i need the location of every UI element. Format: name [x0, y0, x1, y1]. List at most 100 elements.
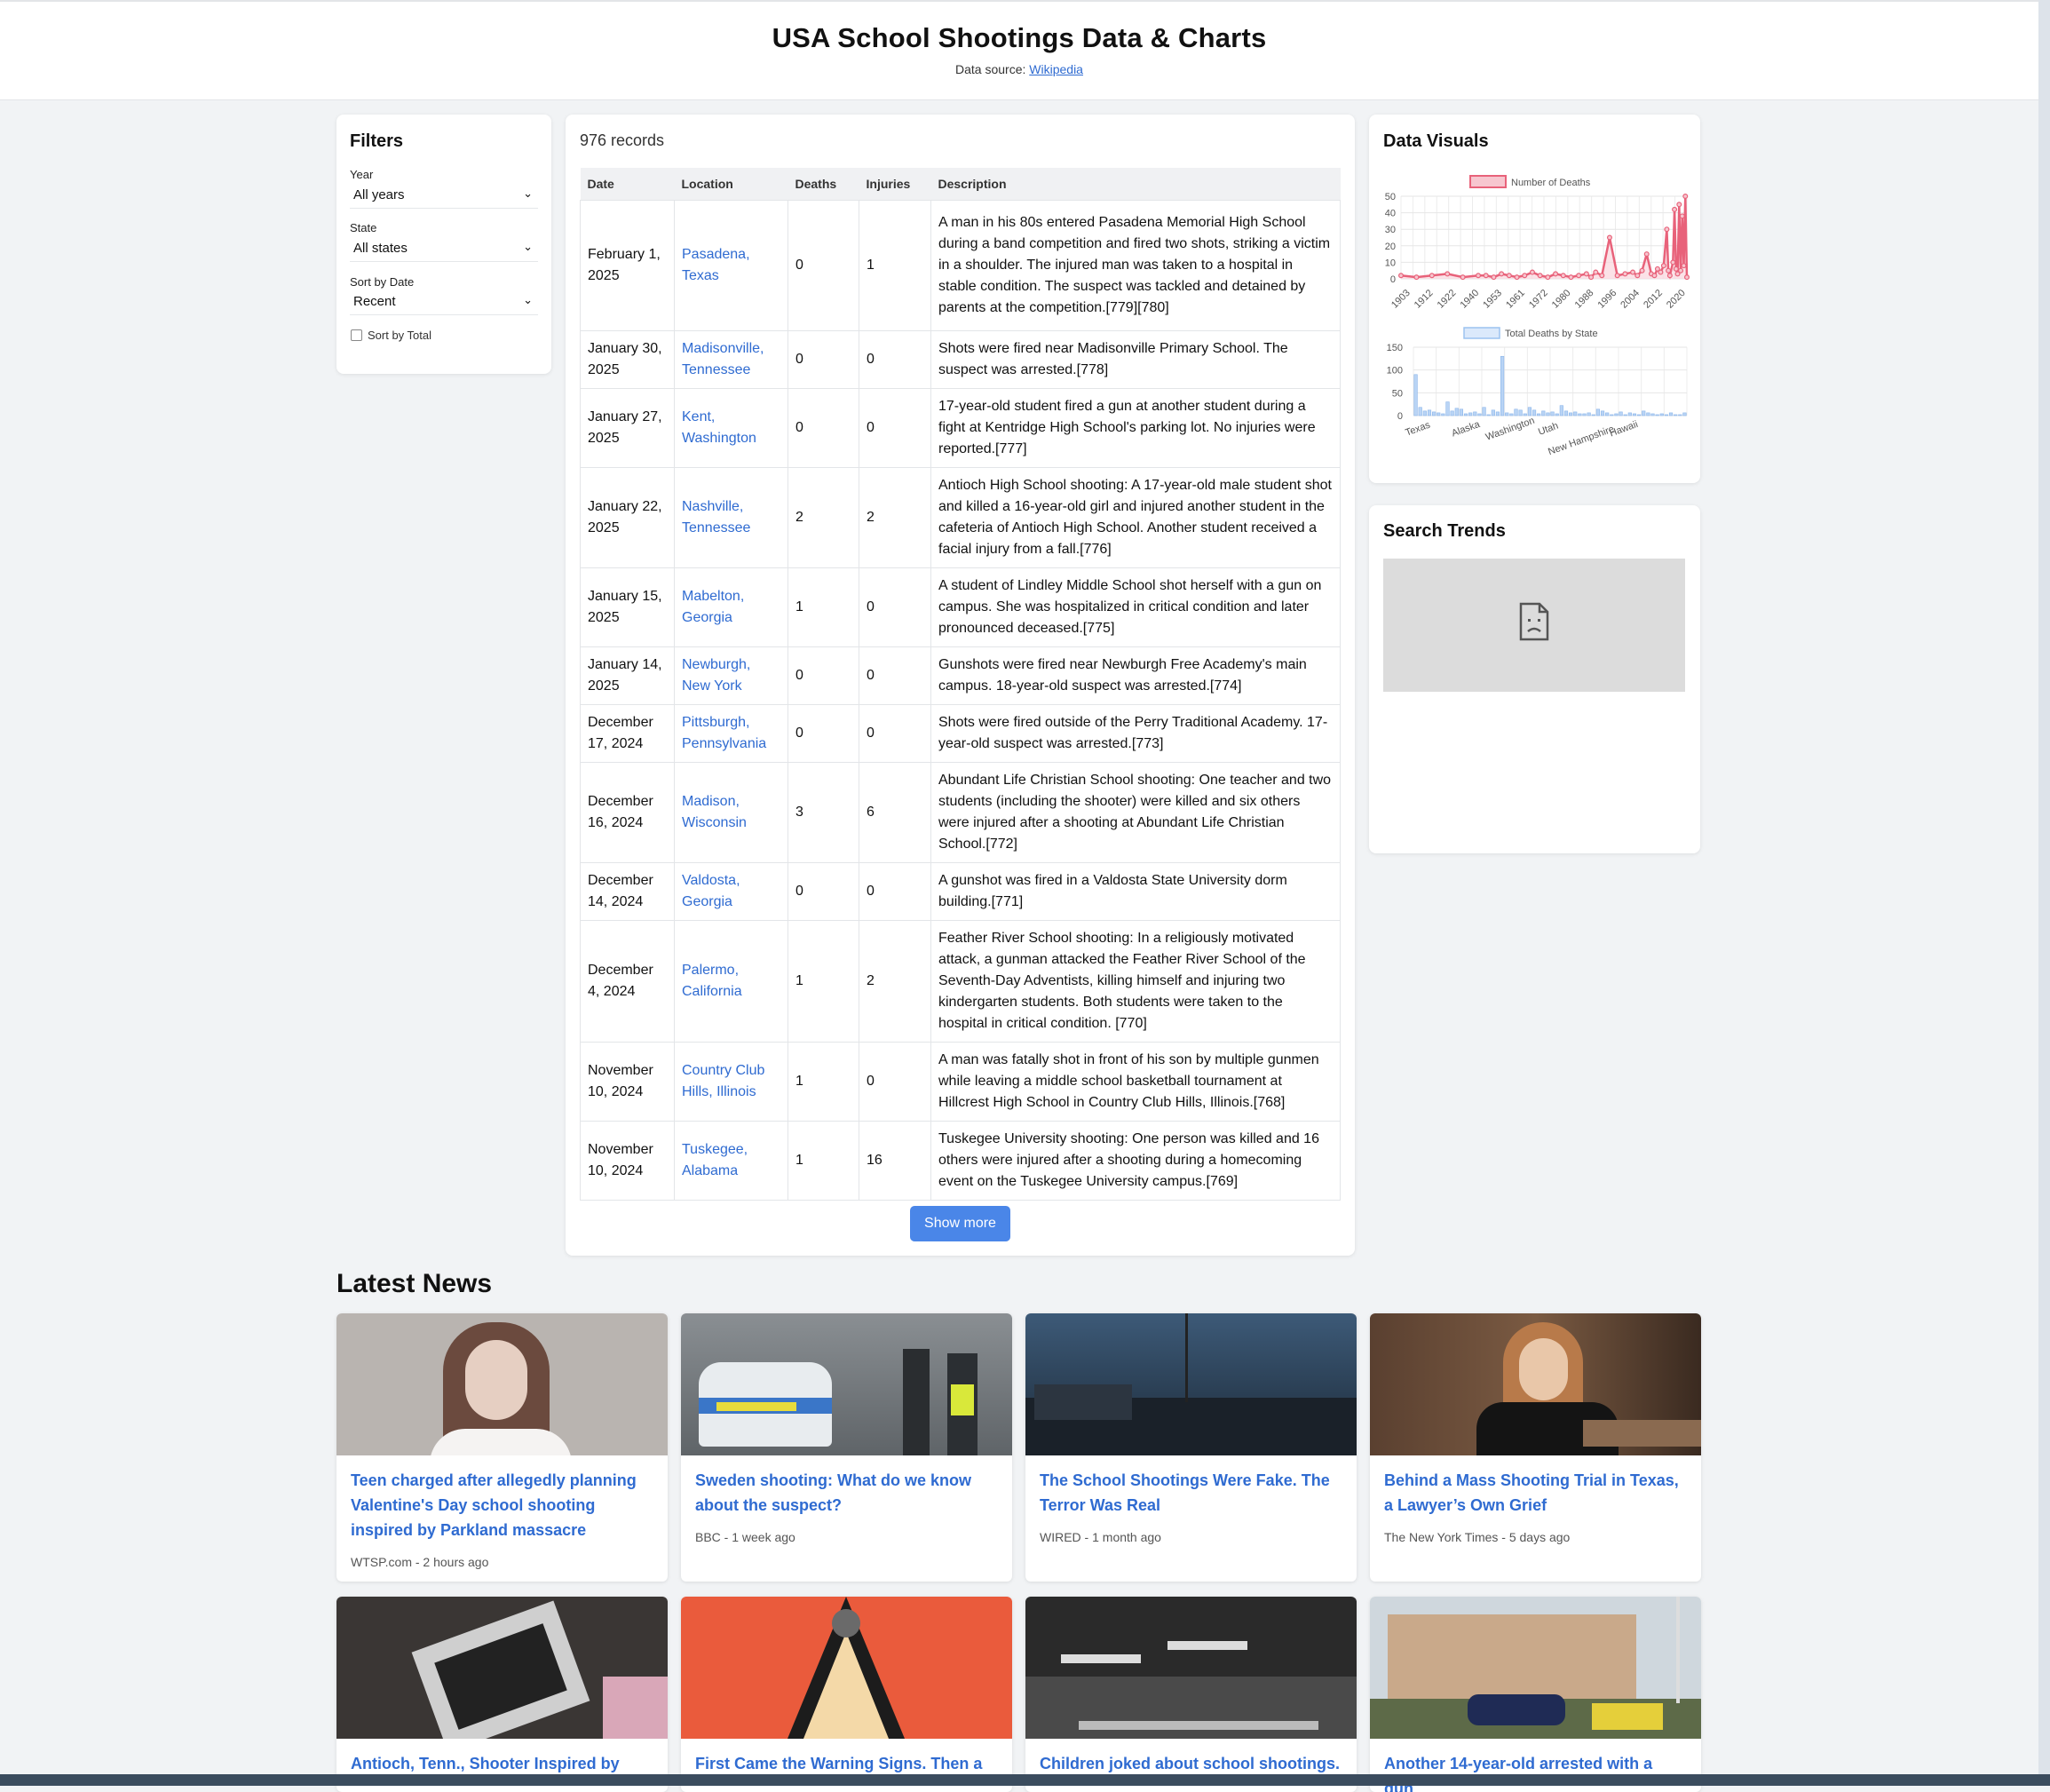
news-card-6[interactable]: First Came the Warning Signs. Then a — [681, 1597, 1012, 1792]
news-meta-3: WIRED - 1 month ago — [1040, 1530, 1161, 1544]
news-card-3[interactable]: The School Shootings Were Fake. The Terr… — [1025, 1313, 1357, 1582]
news-card-1[interactable]: Teen charged after allegedly planning Va… — [336, 1313, 668, 1582]
sort-date-select[interactable]: Recent ⌄ — [350, 291, 538, 315]
col-description[interactable]: Description — [930, 168, 1341, 201]
data-source: Data source: Wikipedia — [0, 62, 2038, 76]
cell-location[interactable]: Madison, Wisconsin — [674, 762, 788, 863]
cell-location[interactable]: Mabelton, Georgia — [674, 567, 788, 647]
state-bar — [1674, 414, 1678, 416]
news-card-4[interactable]: Behind a Mass Shooting Trial in Texas, a… — [1370, 1313, 1701, 1582]
trends-title: Search Trends — [1383, 521, 1506, 541]
state-bar — [1550, 411, 1555, 416]
deaths-point — [1397, 273, 1404, 279]
page-title: USA School Shootings Data & Charts — [772, 22, 1267, 53]
year-label: Year — [350, 168, 374, 181]
state-bar — [1605, 412, 1610, 416]
cell-deaths: 0 — [788, 862, 859, 921]
sort-total-checkbox[interactable]: Sort by Total — [351, 329, 431, 342]
news-title-2[interactable]: Sweden shooting: What do we know about t… — [695, 1468, 997, 1518]
news-title-3[interactable]: The School Shootings Were Fake. The Terr… — [1040, 1468, 1342, 1518]
deaths-point — [1560, 273, 1566, 279]
deaths-point — [1499, 271, 1505, 277]
state-bar — [1532, 409, 1537, 416]
news-image-6[interactable] — [681, 1597, 1012, 1739]
state-bar — [1610, 414, 1614, 416]
x-tick-label: 1903 — [1389, 288, 1413, 311]
state-select-value: All states — [353, 241, 408, 256]
cell-location[interactable]: Pittsburgh, Pennsylvania — [674, 704, 788, 763]
y-tick-label: 100 — [1387, 366, 1403, 377]
deaths-line-chart: 010203040501903 1912 1922 1940 1953 1961 1972 1… — [1385, 192, 1690, 311]
x-tick-label: 2012 — [1642, 288, 1665, 311]
news-title-4[interactable]: Behind a Mass Shooting Trial in Texas, a… — [1384, 1468, 1686, 1518]
cell-location[interactable]: Nashville, Tennessee — [674, 467, 788, 568]
state-bar — [1427, 409, 1432, 416]
col-date[interactable]: Date — [580, 168, 675, 201]
cell-description: Abundant Life Christian School shooting:… — [930, 762, 1341, 863]
news-title-5[interactable]: Antioch, Tenn., Shooter Inspired by — [351, 1751, 653, 1776]
state-bar — [1546, 412, 1550, 416]
cell-date: January 15, 2025 — [580, 567, 675, 647]
cell-date: December 4, 2024 — [580, 920, 675, 1043]
col-injuries[interactable]: Injuries — [859, 168, 931, 201]
x-tick-label: Texas — [1404, 419, 1432, 438]
deaths-point — [1673, 266, 1679, 272]
news-title-1[interactable]: Teen charged after allegedly planning Va… — [351, 1468, 653, 1542]
cell-deaths: 1 — [788, 920, 859, 1043]
news-title-6[interactable]: First Came the Warning Signs. Then a — [695, 1751, 997, 1776]
checkbox-box[interactable] — [351, 329, 362, 341]
deaths-point — [1444, 271, 1451, 277]
cell-location[interactable]: Palermo, California — [674, 920, 788, 1043]
cell-date: January 14, 2025 — [580, 646, 675, 705]
table-row: February 1, 2025 Pasadena, Texas 0 1 A man i… — [580, 200, 1341, 331]
table-row: January 22, 2025 Nashville, Tennessee 2 2 An… — [580, 467, 1341, 568]
cell-location[interactable]: Country Club Hills, Illinois — [674, 1042, 788, 1122]
news-image-2[interactable] — [681, 1313, 1012, 1455]
filters-title: Filters — [350, 131, 404, 151]
state-bar — [1527, 407, 1532, 416]
state-select[interactable]: All states ⌄ — [350, 238, 538, 262]
news-card-5[interactable]: Antioch, Tenn., Shooter Inspired by — [336, 1597, 668, 1792]
state-bar — [1650, 413, 1655, 416]
news-card-7[interactable]: Children joked about school shootings. — [1025, 1597, 1357, 1792]
cell-location[interactable]: Pasadena, Texas — [674, 200, 788, 331]
cell-date: December 14, 2024 — [580, 862, 675, 921]
year-select-value: All years — [353, 187, 405, 202]
news-title-8[interactable]: Another 14-year-old arrested with a gun — [1384, 1751, 1686, 1792]
deaths-point — [1676, 202, 1682, 208]
news-image-3[interactable] — [1025, 1313, 1357, 1455]
records-count: 976 records — [580, 131, 665, 149]
show-more-button[interactable]: Show more — [910, 1206, 1010, 1241]
cell-location[interactable]: Kent, Washington — [674, 388, 788, 468]
state-bar — [1555, 413, 1559, 416]
shootings-table: Date Location Deaths Injuries Descriptio… — [580, 168, 1341, 1201]
year-select[interactable]: All years ⌄ — [350, 185, 538, 209]
cell-date: December 16, 2024 — [580, 762, 675, 863]
x-tick-label: 1953 — [1481, 288, 1504, 311]
news-image-4[interactable] — [1370, 1313, 1701, 1455]
state-bar — [1582, 413, 1587, 416]
cell-location[interactable]: Valdosta, Georgia — [674, 862, 788, 921]
col-location[interactable]: Location — [674, 168, 788, 201]
news-image-8[interactable] — [1370, 1597, 1701, 1739]
sort-date-label: Sort by Date — [350, 275, 415, 289]
news-image-1[interactable] — [336, 1313, 668, 1455]
cell-location[interactable]: Tuskegee, Alabama — [674, 1121, 788, 1201]
wikipedia-link[interactable]: Wikipedia — [1029, 62, 1083, 76]
deaths-point — [1639, 267, 1645, 274]
deaths-point — [1460, 274, 1466, 281]
news-card-8[interactable]: Another 14-year-old arrested with a gun — [1370, 1597, 1701, 1792]
deaths-point — [1630, 269, 1636, 275]
col-deaths[interactable]: Deaths — [788, 168, 859, 201]
scrollbar-track[interactable] — [2038, 0, 2050, 1786]
state-bar — [1418, 407, 1422, 416]
news-image-7[interactable] — [1025, 1597, 1357, 1739]
table-header-row: Date Location Deaths Injuries Descriptio… — [580, 168, 1341, 201]
news-title-7[interactable]: Children joked about school shootings. — [1040, 1751, 1342, 1776]
cell-injuries: 2 — [859, 920, 931, 1043]
cell-location[interactable]: Newburgh, New York — [674, 646, 788, 705]
news-image-5[interactable] — [336, 1597, 668, 1739]
cell-location[interactable]: Madisonville, Tennessee — [674, 330, 788, 389]
state-bar — [1678, 414, 1682, 416]
news-card-2[interactable]: Sweden shooting: What do we know about t… — [681, 1313, 1012, 1582]
